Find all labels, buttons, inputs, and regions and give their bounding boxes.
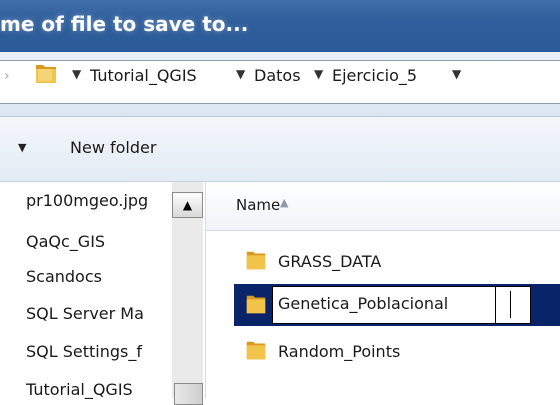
folder-icon [244, 292, 268, 320]
rename-input-extension[interactable] [495, 286, 531, 324]
sort-ascending-icon: ▲ [280, 196, 289, 209]
breadcrumb-ejercicio-5[interactable]: Ejercicio_5 [332, 66, 417, 85]
chevron-down-icon[interactable]: ▼ [236, 67, 245, 81]
scrollbar-thumb[interactable] [174, 383, 203, 405]
list-item-grass-data[interactable]: GRASS_DATA [278, 252, 381, 271]
folder-icon [244, 248, 268, 276]
folder-icon [34, 60, 60, 90]
toolbar: ▼ New folder [0, 117, 560, 182]
chevron-left-icon[interactable]: › [4, 68, 10, 84]
chevron-down-icon[interactable]: ▼ [72, 67, 81, 81]
breadcrumb-datos[interactable]: Datos [254, 66, 301, 85]
rename-input-text[interactable]: Genetica_Poblacional [278, 294, 448, 313]
chevron-down-icon[interactable]: ▼ [314, 67, 323, 81]
window-title: me of file to save to... [0, 12, 249, 36]
scroll-up-icon[interactable]: ▲ [172, 192, 203, 218]
text-cursor [510, 291, 511, 318]
nav-item-sql-server[interactable]: SQL Server Ma [26, 304, 172, 323]
nav-item-qaqc-gis[interactable]: QaQc_GIS [26, 232, 172, 251]
nav-item-scandocs[interactable]: Scandocs [26, 267, 172, 286]
folder-icon [244, 338, 268, 366]
address-band: › ▼ Tutorial_QGIS ▼ Datos ▼ Ejercicio_5 … [0, 52, 560, 117]
breadcrumb-tutorial-qgis[interactable]: Tutorial_QGIS [90, 66, 197, 85]
nav-item-tutorial-qgis[interactable]: Tutorial_QGIS [26, 380, 172, 399]
organize-dropdown-icon[interactable]: ▼ [18, 141, 26, 154]
list-item-random-points[interactable]: Random_Points [278, 342, 400, 361]
nav-item-sql-settings[interactable]: SQL Settings_f [26, 342, 172, 361]
nav-item-pr100mgeo[interactable]: pr100mgeo.jpg [26, 191, 172, 210]
column-header-name[interactable]: Name [236, 196, 280, 214]
new-folder-button[interactable]: New folder [58, 133, 168, 163]
chevron-down-icon[interactable]: ▼ [452, 67, 461, 81]
